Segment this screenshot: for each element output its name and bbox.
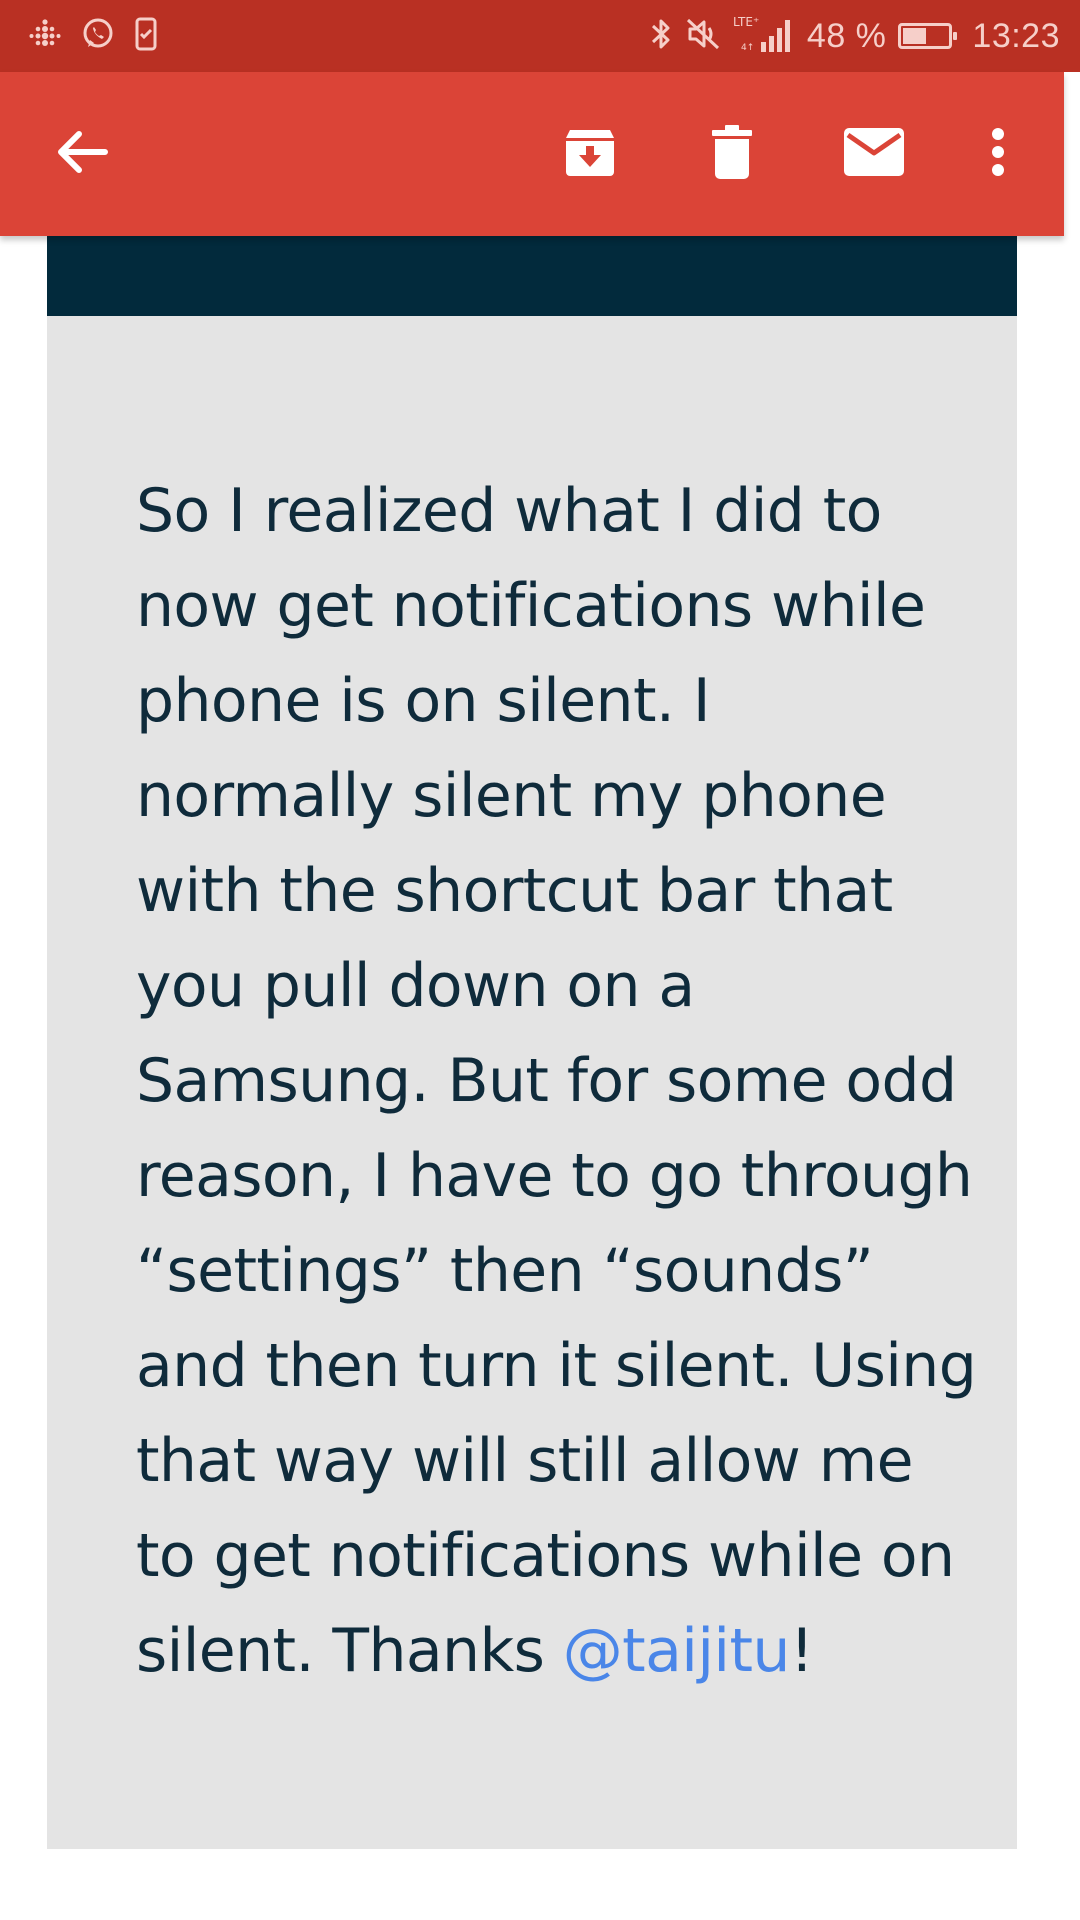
bluetooth-icon <box>649 16 673 57</box>
signal-icon: LTE⁺ 4↑ <box>733 14 795 59</box>
scrollbar-track[interactable] <box>1064 236 1080 1920</box>
more-options-button[interactable] <box>953 109 1043 199</box>
fitbit-icon <box>28 17 62 56</box>
email-body-ending: ! <box>789 1616 814 1686</box>
email-content: So I realized what I did to now get noti… <box>0 236 1064 1920</box>
back-arrow-icon <box>53 128 109 181</box>
status-bar: LTE⁺ 4↑ 48 % 13:23 <box>0 0 1080 72</box>
svg-text:LTE⁺: LTE⁺ <box>733 15 759 29</box>
battery-percent: 48 % <box>806 16 887 55</box>
status-left-icons <box>28 16 158 57</box>
battery-icon <box>898 23 958 49</box>
email-body-text: So I realized what I did to now get noti… <box>136 476 977 1686</box>
status-right-icons: LTE⁺ 4↑ 48 % 13:23 <box>649 14 1060 59</box>
archive-icon <box>562 124 618 185</box>
delete-button[interactable] <box>687 109 777 199</box>
clock: 13:23 <box>972 16 1060 55</box>
mute-icon <box>685 16 721 57</box>
mark-unread-button[interactable] <box>829 109 919 199</box>
whatsapp-icon <box>80 16 116 57</box>
back-button[interactable] <box>36 109 126 199</box>
archive-button[interactable] <box>545 109 635 199</box>
email-card: So I realized what I did to now get noti… <box>47 236 1017 1849</box>
card-header <box>47 236 1017 316</box>
battery-fill <box>903 28 927 44</box>
phone-check-icon <box>134 17 158 56</box>
svg-text:4↑: 4↑ <box>741 43 754 53</box>
email-body: So I realized what I did to now get noti… <box>136 464 986 1699</box>
more-vert-icon <box>990 127 1006 182</box>
delete-icon <box>710 124 754 185</box>
mail-icon <box>843 127 905 182</box>
app-bar <box>0 72 1064 236</box>
mention-link[interactable]: @taijitu <box>563 1616 791 1686</box>
